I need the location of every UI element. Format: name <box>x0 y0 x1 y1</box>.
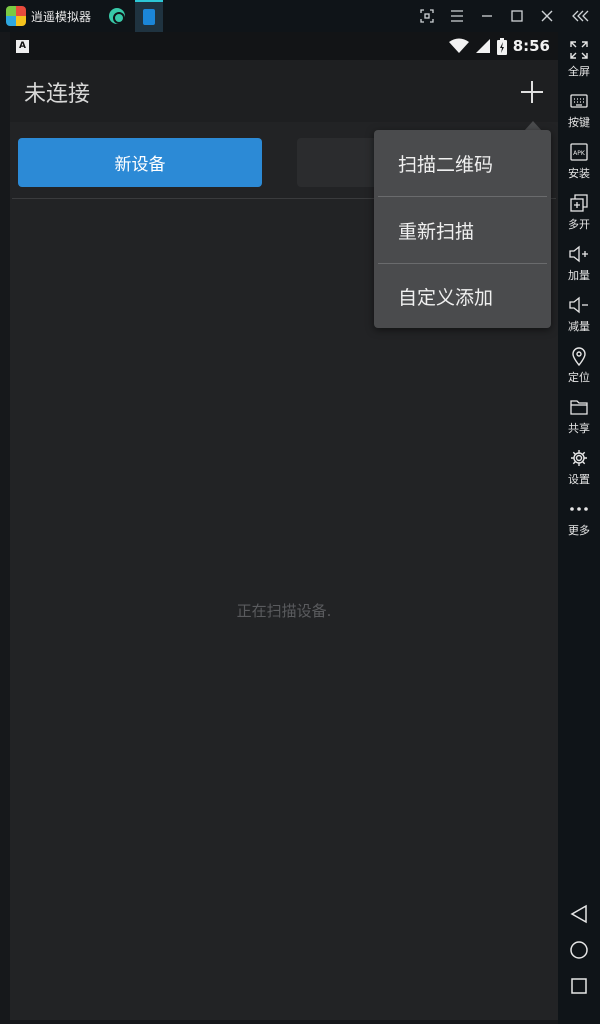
app-bar: 未连接 <box>10 60 558 122</box>
folder-icon <box>569 397 589 417</box>
emulator-sidebar: 全屏 按键 APK 安装 多开 加量 减量 定位 共享 设置 更多 <box>558 32 600 1024</box>
back-triangle-icon <box>570 904 587 924</box>
add-button[interactable] <box>518 78 546 106</box>
status-icons: 8:56 <box>448 32 550 60</box>
menu-item-scan-qr[interactable]: 扫描二维码 <box>374 130 551 196</box>
sidebar-label: 按键 <box>568 116 590 129</box>
menu-item-rescan[interactable]: 重新扫描 <box>374 197 551 263</box>
sidebar-item-fullscreen[interactable]: 全屏 <box>558 36 600 86</box>
apk-badge-text: APK <box>573 150 586 157</box>
android-status-bar: A 8:56 <box>10 32 558 60</box>
close-icon[interactable] <box>532 0 562 32</box>
sidebar-label: 减量 <box>568 320 590 333</box>
app-tab-icon <box>109 8 126 24</box>
apk-icon: APK <box>569 142 589 162</box>
sidebar-item-volume-down[interactable]: 减量 <box>558 291 600 341</box>
sidebar-label: 设置 <box>568 473 590 486</box>
recents-square-icon <box>571 978 587 994</box>
signal-icon <box>475 39 490 53</box>
sidebar-label: 全屏 <box>568 65 590 78</box>
menu-icon[interactable] <box>442 0 472 32</box>
nav-recents-button[interactable] <box>566 973 592 999</box>
emulator-titlebar: 逍遥模拟器 <box>0 0 600 32</box>
menu-item-custom-add[interactable]: 自定义添加 <box>374 263 551 329</box>
emulator-logo-icon <box>6 6 26 26</box>
window-controls <box>412 0 600 32</box>
sidebar-label: 定位 <box>568 371 590 384</box>
scanning-status: 正在扫描设备. <box>236 602 332 620</box>
more-icon <box>569 499 589 519</box>
sidebar-item-settings[interactable]: 设置 <box>558 444 600 494</box>
multi-open-icon <box>569 193 589 213</box>
page-title: 未连接 <box>24 82 91 107</box>
volume-down-icon <box>569 295 589 315</box>
notification-icon: A <box>16 39 29 53</box>
plus-icon <box>521 81 543 103</box>
sidebar-label: 多开 <box>568 218 590 231</box>
nav-back-button[interactable] <box>566 901 592 927</box>
emulator-title: 逍遥模拟器 <box>31 9 92 24</box>
app-tab-icon <box>143 9 156 25</box>
add-popup-menu: 扫描二维码 重新扫描 自定义添加 <box>374 130 551 328</box>
sidebar-item-install[interactable]: APK 安装 <box>558 138 600 188</box>
home-circle-icon <box>570 941 588 959</box>
wifi-icon <box>448 38 469 53</box>
location-icon <box>569 346 589 366</box>
new-device-button[interactable]: 新设备 <box>18 138 262 187</box>
sidebar-label: 更多 <box>568 524 590 537</box>
tab-app-1[interactable] <box>103 0 131 32</box>
tab-app-2-active[interactable] <box>135 0 164 32</box>
battery-icon <box>496 37 507 55</box>
clock: 8:56 <box>512 37 550 55</box>
minimize-icon[interactable] <box>472 0 502 32</box>
sidebar-item-keys[interactable]: 按键 <box>558 87 600 137</box>
sidebar-item-location[interactable]: 定位 <box>558 342 600 392</box>
sidebar-item-share[interactable]: 共享 <box>558 393 600 443</box>
expand-arrows-icon[interactable] <box>412 0 442 32</box>
keyboard-icon <box>569 91 589 111</box>
sidebar-label: 加量 <box>568 269 590 282</box>
sidebar-item-more[interactable]: 更多 <box>558 495 600 545</box>
collapse-chevrons-icon[interactable] <box>562 0 600 32</box>
nav-home-button[interactable] <box>566 937 592 963</box>
fullscreen-icon <box>569 40 589 60</box>
sidebar-label: 共享 <box>568 422 590 435</box>
sidebar-item-volume-up[interactable]: 加量 <box>558 240 600 290</box>
sidebar-label: 安装 <box>568 167 590 180</box>
sidebar-item-multi[interactable]: 多开 <box>558 189 600 239</box>
volume-up-icon <box>569 244 589 264</box>
gear-icon <box>569 448 589 468</box>
maximize-icon[interactable] <box>502 0 532 32</box>
